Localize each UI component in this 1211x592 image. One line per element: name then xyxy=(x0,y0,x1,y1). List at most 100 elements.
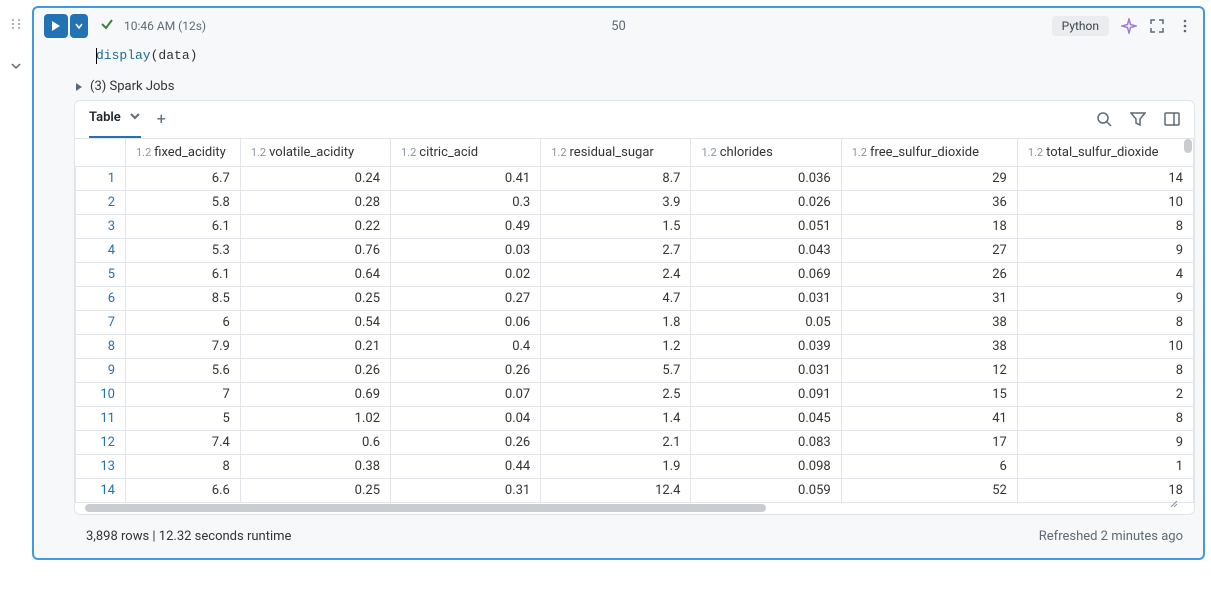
table-cell[interactable]: 0.31 xyxy=(391,479,541,503)
table-cell[interactable]: 0.54 xyxy=(240,311,390,335)
table-cell[interactable]: 8 xyxy=(1017,215,1193,239)
table-cell[interactable]: 0.051 xyxy=(691,215,841,239)
table-cell[interactable]: 10 xyxy=(1017,335,1193,359)
column-header[interactable]: 1.2chlorides xyxy=(691,139,841,167)
table-cell[interactable]: 38 xyxy=(841,335,1017,359)
table-cell[interactable]: 1.8 xyxy=(541,311,691,335)
table-cell[interactable]: 0.026 xyxy=(691,191,841,215)
table-row[interactable]: 56.10.640.022.40.069264 xyxy=(76,263,1194,287)
table-cell[interactable]: 0.031 xyxy=(691,287,841,311)
table-row[interactable]: 45.30.760.032.70.043279 xyxy=(76,239,1194,263)
table-cell[interactable]: 4.7 xyxy=(541,287,691,311)
table-cell[interactable]: 0.03 xyxy=(391,239,541,263)
table-cell[interactable]: 4 xyxy=(1017,263,1193,287)
table-cell[interactable]: 5.6 xyxy=(126,359,241,383)
table-cell[interactable]: 0.26 xyxy=(391,431,541,455)
table-cell[interactable]: 6 xyxy=(126,311,241,335)
table-cell[interactable]: 15 xyxy=(841,383,1017,407)
table-cell[interactable]: 0.031 xyxy=(691,359,841,383)
run-button[interactable] xyxy=(44,14,68,38)
table-cell[interactable]: 0.38 xyxy=(240,455,390,479)
table-cell[interactable]: 0.091 xyxy=(691,383,841,407)
table-cell[interactable]: 0.22 xyxy=(240,215,390,239)
table-row[interactable]: 95.60.260.265.70.031128 xyxy=(76,359,1194,383)
table-cell[interactable]: 0.06 xyxy=(391,311,541,335)
table-cell[interactable]: 14 xyxy=(1017,167,1193,191)
table-cell[interactable]: 7.9 xyxy=(126,335,241,359)
column-header[interactable]: 1.2fixed_acidity xyxy=(126,139,241,167)
table-cell[interactable]: 0.05 xyxy=(691,311,841,335)
table-cell[interactable]: 1.02 xyxy=(240,407,390,431)
tab-table[interactable]: Table xyxy=(89,110,141,138)
language-badge[interactable]: Python xyxy=(1052,16,1109,36)
table-cell[interactable]: 1 xyxy=(1017,455,1193,479)
table-cell[interactable]: 10 xyxy=(1017,191,1193,215)
table-cell[interactable]: 1.2 xyxy=(541,335,691,359)
row-index-header[interactable] xyxy=(76,139,126,167)
table-cell[interactable]: 0.76 xyxy=(240,239,390,263)
code-editor[interactable]: display(data) xyxy=(34,44,1203,73)
table-cell[interactable]: 8.5 xyxy=(126,287,241,311)
table-cell[interactable]: 1.4 xyxy=(541,407,691,431)
table-cell[interactable]: 0.6 xyxy=(240,431,390,455)
table-cell[interactable]: 0.036 xyxy=(691,167,841,191)
table-cell[interactable]: 0.25 xyxy=(240,287,390,311)
table-cell[interactable]: 31 xyxy=(841,287,1017,311)
table-cell[interactable]: 6.6 xyxy=(126,479,241,503)
table-cell[interactable]: 0.26 xyxy=(240,359,390,383)
table-cell[interactable]: 0.25 xyxy=(240,479,390,503)
expand-icon[interactable] xyxy=(1149,18,1165,34)
table-cell[interactable]: 8 xyxy=(1017,311,1193,335)
table-cell[interactable]: 1.9 xyxy=(541,455,691,479)
column-header[interactable]: 1.2volatile_acidity xyxy=(240,139,390,167)
chevron-down-icon[interactable] xyxy=(10,60,22,76)
assistant-icon[interactable] xyxy=(1121,18,1137,34)
table-cell[interactable]: 2.1 xyxy=(541,431,691,455)
table-cell[interactable]: 2 xyxy=(1017,383,1193,407)
table-cell[interactable]: 0.44 xyxy=(391,455,541,479)
table-cell[interactable]: 9 xyxy=(1017,287,1193,311)
table-cell[interactable]: 27 xyxy=(841,239,1017,263)
table-cell[interactable]: 0.04 xyxy=(391,407,541,431)
table-cell[interactable]: 8.7 xyxy=(541,167,691,191)
resize-corner-icon[interactable] xyxy=(1168,497,1178,512)
table-cell[interactable]: 0.49 xyxy=(391,215,541,239)
table-row[interactable]: 25.80.280.33.90.0263610 xyxy=(76,191,1194,215)
table-cell[interactable]: 29 xyxy=(841,167,1017,191)
column-header[interactable]: 1.2total_sulfur_dioxide xyxy=(1017,139,1193,167)
table-row[interactable]: 1070.690.072.50.091152 xyxy=(76,383,1194,407)
table-cell[interactable]: 0.27 xyxy=(391,287,541,311)
table-cell[interactable]: 0.02 xyxy=(391,263,541,287)
table-cell[interactable]: 6.1 xyxy=(126,215,241,239)
table-cell[interactable]: 8 xyxy=(1017,359,1193,383)
filter-icon[interactable] xyxy=(1130,111,1146,127)
table-cell[interactable]: 18 xyxy=(841,215,1017,239)
table-cell[interactable]: 0.039 xyxy=(691,335,841,359)
table-row[interactable]: 760.540.061.80.05388 xyxy=(76,311,1194,335)
chevron-down-icon[interactable] xyxy=(129,110,141,126)
table-cell[interactable]: 2.7 xyxy=(541,239,691,263)
table-cell[interactable]: 41 xyxy=(841,407,1017,431)
table-cell[interactable]: 0.3 xyxy=(391,191,541,215)
table-cell[interactable]: 2.4 xyxy=(541,263,691,287)
table-cell[interactable]: 0.69 xyxy=(240,383,390,407)
table-cell[interactable]: 0.059 xyxy=(691,479,841,503)
table-cell[interactable]: 26 xyxy=(841,263,1017,287)
horizontal-scrollbar-thumb[interactable] xyxy=(85,504,766,512)
table-cell[interactable]: 5.8 xyxy=(126,191,241,215)
table-cell[interactable]: 0.045 xyxy=(691,407,841,431)
table-cell[interactable]: 0.4 xyxy=(391,335,541,359)
table-cell[interactable]: 0.098 xyxy=(691,455,841,479)
drag-handle-icon[interactable] xyxy=(10,18,22,34)
spark-jobs-toggle[interactable]: (3) Spark Jobs xyxy=(34,73,1203,100)
table-cell[interactable]: 6.7 xyxy=(126,167,241,191)
table-cell[interactable]: 1.5 xyxy=(541,215,691,239)
layout-panel-icon[interactable] xyxy=(1164,111,1180,127)
table-cell[interactable]: 0.069 xyxy=(691,263,841,287)
table-cell[interactable]: 12 xyxy=(841,359,1017,383)
table-cell[interactable]: 2.5 xyxy=(541,383,691,407)
table-cell[interactable]: 6 xyxy=(841,455,1017,479)
vertical-scrollbar[interactable] xyxy=(1184,139,1192,153)
table-cell[interactable]: 3.9 xyxy=(541,191,691,215)
table-cell[interactable]: 9 xyxy=(1017,431,1193,455)
